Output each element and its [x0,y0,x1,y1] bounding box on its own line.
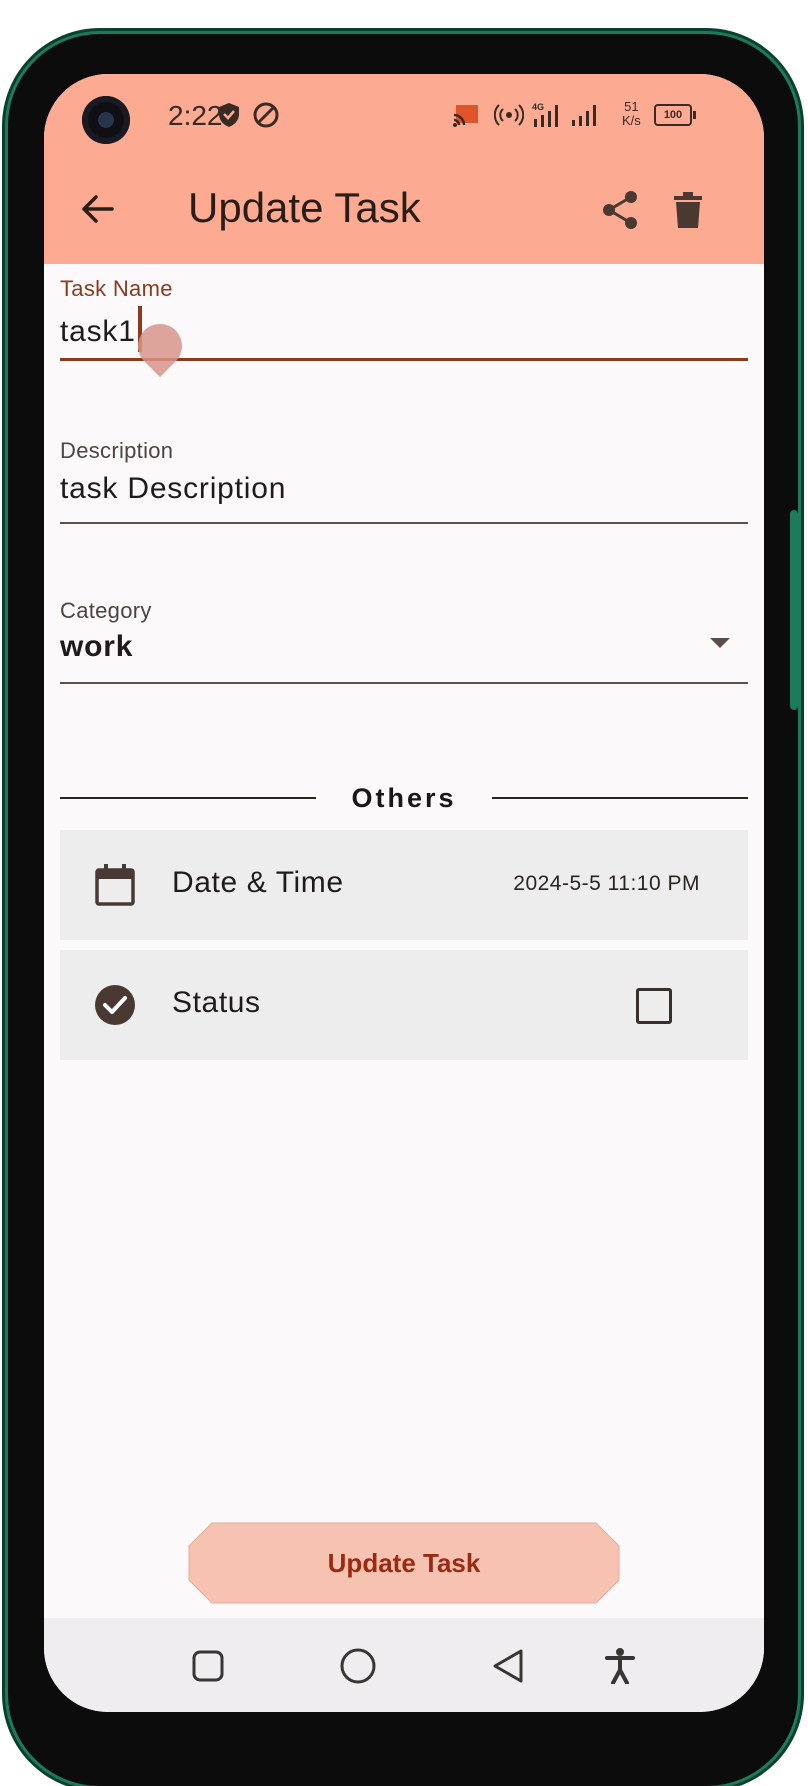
category-dropdown[interactable]: Category work [60,598,748,684]
nav-back-icon [493,1649,523,1683]
recents-icon [192,1650,224,1682]
system-nav-bar [44,1618,764,1712]
accessibility-icon [605,1648,635,1684]
others-heading: Others [316,778,492,818]
description-input[interactable]: task Description [60,472,748,506]
data-saver-icon [252,100,280,130]
front-camera [82,96,130,144]
status-label: Status [172,986,261,1019]
accessibility-button[interactable] [600,1646,640,1686]
status-checkbox[interactable] [636,988,672,1024]
task-name-label: Task Name [60,276,173,301]
network-speed: 51 K/s [622,100,641,128]
share-button[interactable] [596,186,644,234]
recents-button[interactable] [188,1646,228,1686]
phone-side-button [790,510,798,710]
date-time-tile[interactable]: Date & Time 2024-5-5 11:10 PM [60,830,748,940]
status-tile[interactable]: Status [60,950,748,1060]
divider-line-right [492,797,748,799]
back-arrow-icon [82,195,114,223]
signal-icon [570,100,600,130]
update-task-label: Update Task [327,1548,481,1578]
status-bar: 2:22 4G 51 K/s 100 [44,74,764,154]
network-speed-unit: K/s [622,113,641,128]
app-bar: 2:22 4G 51 K/s 100 Update Task [44,74,764,264]
svg-text:4G: 4G [532,102,544,112]
hotspot-icon [494,100,524,130]
phone-screen: 2:22 4G 51 K/s 100 Update Task Task Name… [44,74,764,1712]
description-field[interactable]: Description task Description [60,438,748,524]
task-name-value: task1 [60,314,136,348]
task-name-field[interactable]: Task Name task1 [60,276,748,378]
home-button[interactable] [338,1646,378,1686]
battery-indicator: 100 [654,104,696,126]
dropdown-arrow-icon [710,638,730,648]
category-underline [60,682,748,684]
divider-line-left [60,797,316,799]
home-icon [340,1648,376,1684]
date-time-value: 2024-5-5 11:10 PM [513,872,700,895]
page-title: Update Task [188,184,421,231]
calendar-icon [94,864,136,906]
signal-4g-icon: 4G [532,100,562,130]
share-icon [603,191,637,229]
network-speed-value: 51 [624,99,639,114]
date-time-label: Date & Time [172,866,344,899]
back-button[interactable] [74,186,120,232]
description-label: Description [60,438,174,463]
nav-back-button[interactable] [488,1646,528,1686]
others-divider: Others [60,778,748,818]
check-circle-icon [94,984,136,1026]
cast-icon [452,100,480,130]
status-time: 2:22 [168,100,223,131]
trash-icon [674,192,702,228]
category-value: work [60,630,134,663]
category-label: Category [60,598,152,623]
update-task-button[interactable]: Update Task [188,1522,620,1604]
description-underline [60,522,748,524]
shield-icon [218,100,240,130]
delete-button[interactable] [664,186,712,234]
